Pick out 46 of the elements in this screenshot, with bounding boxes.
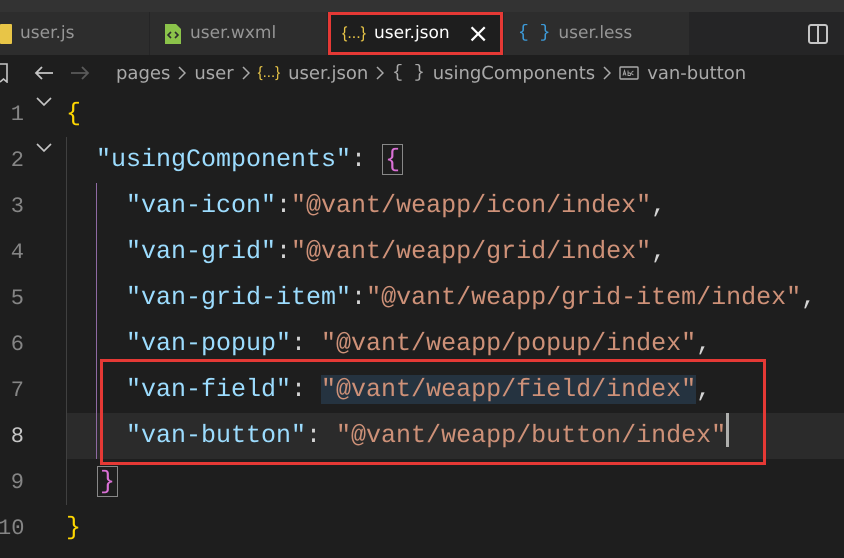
text-string-icon [619,66,640,80]
code-line: } [66,512,82,544]
code-line: "van-grid":"@vant/weapp/grid/index", [126,236,666,268]
editor-tab[interactable]: { } user.less [504,12,690,55]
chevron-icon [376,66,384,80]
braces-icon: { } [392,60,425,86]
code-line: "usingComponents": { [96,137,404,183]
code-line: "van-button": "@vant/weapp/button/index" [126,420,726,452]
line-number: 9 [10,469,24,497]
breadcrumb-item[interactable]: user [194,60,234,86]
code-line: "van-icon":"@vant/weapp/icon/index", [126,190,666,222]
fold-chevron-icon[interactable] [36,97,52,107]
text-cursor [726,413,730,447]
editor-tab[interactable]: {...} user.json × [328,12,504,55]
breadcrumb-item[interactable]: usingComponents [432,60,596,86]
forward-arrow-icon[interactable] [70,65,90,81]
code-line: } [96,459,120,505]
line-number: 3 [10,193,24,221]
line-number: 7 [10,377,24,405]
breadcrumb-item[interactable]: van-button [647,60,746,86]
line-number: 6 [10,331,24,359]
line-number: 4 [10,239,24,267]
json-icon: {...} [342,22,366,46]
json-icon: {...} [258,62,280,84]
close-icon[interactable]: × [461,20,489,46]
bookmark-icon [0,63,8,83]
split-editor-icon[interactable] [808,24,828,44]
breadcrumb-item[interactable]: user.json [288,60,368,86]
editor-tab[interactable]: user.js [0,12,150,55]
code-file-icon [164,22,182,44]
chevron-icon [242,66,250,80]
braces-icon: { } [518,20,550,47]
line-number: 8 [10,423,24,451]
code-line: { [66,98,82,130]
chevron-icon [603,66,612,80]
breadcrumb-item[interactable]: pages [116,60,170,86]
chevron-icon [178,66,186,80]
line-number: 5 [10,285,24,313]
back-arrow-icon[interactable] [34,65,54,81]
file-icon [0,22,12,44]
fold-chevron-icon[interactable] [36,143,52,153]
code-line: "van-popup": "@vant/weapp/popup/index", [126,328,712,360]
line-number: 2 [10,147,24,175]
line-number: 1 [10,101,24,129]
code-line: "van-grid-item":"@vant/weapp/grid-item/index", [126,282,816,314]
editor-tab[interactable]: user.wxml [150,12,328,55]
